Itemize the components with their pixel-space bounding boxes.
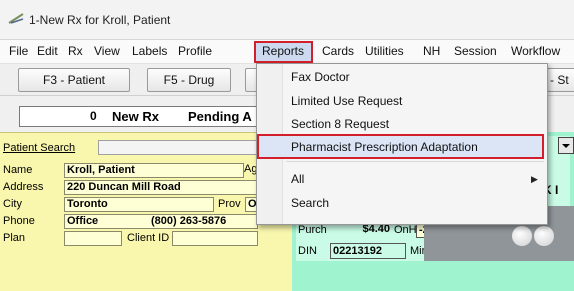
menu-labels[interactable]: Labels xyxy=(132,44,167,58)
drug-button[interactable]: F5 - Drug xyxy=(147,68,231,92)
menu-session[interactable]: Session xyxy=(454,44,497,58)
menu-item-search[interactable]: Search xyxy=(291,196,329,210)
menu-utilities[interactable]: Utilities xyxy=(365,44,404,58)
client-id-label: Client ID xyxy=(127,232,170,244)
menu-view[interactable]: View xyxy=(94,44,120,58)
name-label: Name xyxy=(3,164,33,176)
chevron-down-icon xyxy=(562,144,570,148)
phone-number: (800) 263-5876 xyxy=(151,215,227,227)
menu-item-section-8-request[interactable]: Section 8 Request xyxy=(291,117,389,131)
menu-items: File Edit Rx View Labels Profile Reports… xyxy=(0,40,574,64)
patient-button[interactable]: F3 - Patient xyxy=(18,68,130,92)
submenu-arrow-icon: ▶ xyxy=(531,174,538,184)
window-title: 1-New Rx for Kroll, Patient xyxy=(29,13,171,27)
purch-label: Purch xyxy=(298,224,327,236)
app-icon xyxy=(8,13,24,24)
menu-edit[interactable]: Edit xyxy=(37,44,58,58)
menu-nh[interactable]: NH xyxy=(423,44,440,58)
plan-label: Plan xyxy=(3,232,26,244)
client-id-field[interactable] xyxy=(172,231,258,246)
drug-dropdown-button[interactable] xyxy=(558,137,574,154)
patient-plan-field[interactable] xyxy=(64,231,122,246)
drug-fields: Purch $4.40 OnHand DIN 02213192 xyxy=(296,220,435,260)
din-value[interactable]: 02213192 xyxy=(330,243,406,259)
menu-item-pharmacist-prescription-adaptation[interactable]: Pharmacist Prescription Adaptation xyxy=(291,140,478,154)
menu-item-fax-doctor[interactable]: Fax Doctor xyxy=(291,70,350,84)
menu-item-limited-use-request[interactable]: Limited Use Request xyxy=(291,94,402,108)
patient-search-label: Patient Search xyxy=(3,142,76,154)
menu-file[interactable]: File xyxy=(9,44,28,58)
pill-icon xyxy=(534,226,554,246)
menu-cards[interactable]: Cards xyxy=(322,44,354,58)
din-label: DIN xyxy=(298,245,317,257)
prov-label: Prov xyxy=(218,198,241,210)
patient-phone-field[interactable]: Office (800) 263-5876 xyxy=(64,214,258,229)
rx-mode: New Rx xyxy=(112,109,159,124)
menu-workflow[interactable]: Workflow xyxy=(511,44,560,58)
patient-name-field[interactable]: Kroll, Patient xyxy=(64,163,244,178)
menu-rx[interactable]: Rx xyxy=(68,44,83,58)
dropdown-separator xyxy=(286,161,544,162)
menu-reports[interactable]: Reports xyxy=(262,44,304,58)
patient-city-field[interactable]: Toronto xyxy=(64,197,214,212)
toolbar-button-right[interactable]: - St xyxy=(547,68,574,92)
address-label: Address xyxy=(3,181,44,193)
patient-search-input[interactable] xyxy=(98,140,258,155)
city-label: City xyxy=(3,198,22,210)
pill-icon xyxy=(512,226,532,246)
menu-item-all[interactable]: All xyxy=(291,172,304,186)
menu-profile[interactable]: Profile xyxy=(178,44,212,58)
rx-count: 0 xyxy=(90,109,97,123)
phone-label: Phone xyxy=(3,215,35,227)
rx-state: Pending A xyxy=(188,109,252,124)
phone-type: Office xyxy=(67,215,99,227)
